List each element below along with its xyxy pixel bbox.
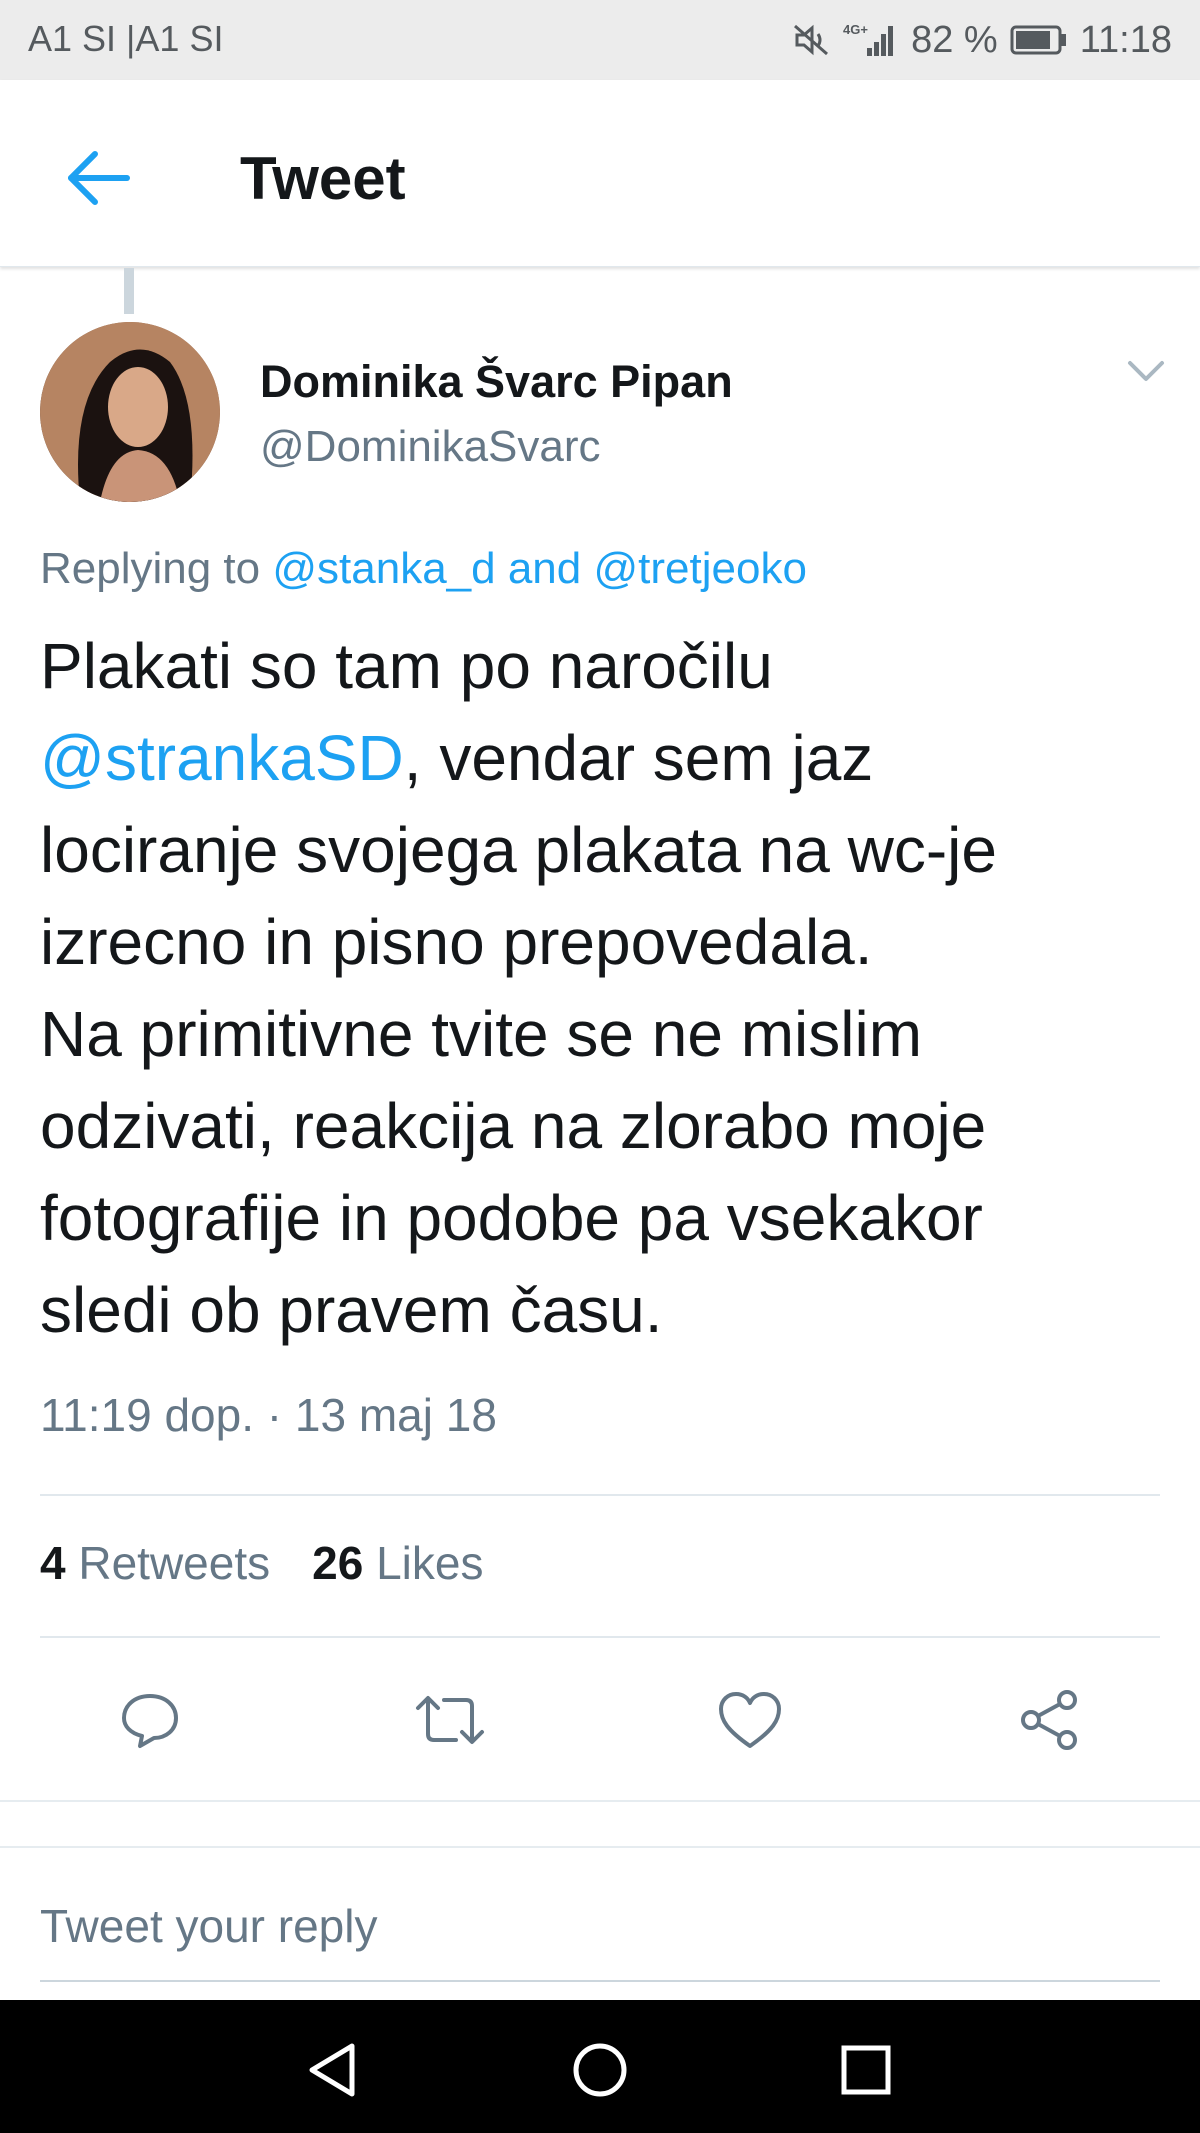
retweet-icon <box>416 1696 484 1744</box>
like-button[interactable] <box>710 1680 790 1760</box>
tweet-text: Plakati so tam po naročilu @strankaSD, v… <box>40 620 1180 1356</box>
heart-icon <box>719 1692 781 1748</box>
likes-count-link[interactable]: 26 Likes <box>312 1536 483 1590</box>
tweet-text-part1: Plakati so tam po naročilu <box>40 630 773 702</box>
clock: 11:18 <box>1079 18 1172 61</box>
tweet-menu-button[interactable] <box>1124 356 1168 386</box>
tweet-timestamp[interactable]: 11:19 dop. · 13 maj 18 <box>40 1388 497 1442</box>
reply-input[interactable]: Tweet your reply <box>40 1896 1160 1982</box>
reply-button[interactable] <box>110 1680 190 1760</box>
retweets-count-link[interactable]: 4 Retweets <box>40 1536 270 1590</box>
nav-home-button[interactable] <box>560 2030 640 2110</box>
triangle-back-icon <box>309 2043 355 2097</box>
replying-and[interactable]: and <box>496 544 594 593</box>
tweet-text-part2: , vendar sem jaz lociranje svojega plaka… <box>40 722 997 1346</box>
chevron-down-icon <box>1128 361 1164 381</box>
likes-label: Likes <box>376 1537 484 1589</box>
mention-link-strankasd[interactable]: @strankaSD <box>40 722 404 794</box>
battery-percent: 82 % <box>911 18 998 61</box>
retweets-label: Retweets <box>78 1537 271 1589</box>
mention-link-stanka[interactable]: @stanka_d <box>272 544 495 593</box>
app-header: Tweet <box>0 80 1200 267</box>
square-recents-icon <box>841 2045 891 2095</box>
engagement-stats: 4 Retweets 26 Likes <box>40 1536 483 1590</box>
retweets-count: 4 <box>40 1537 66 1589</box>
system-navigation-bar <box>0 2000 1200 2133</box>
reply-icon <box>122 1694 178 1748</box>
replying-prefix: Replying to <box>40 544 273 593</box>
back-button[interactable] <box>60 144 136 212</box>
share-button[interactable] <box>1010 1680 1090 1760</box>
author-name[interactable]: Dominika Švarc Pipan <box>260 356 733 408</box>
status-indicators: 4G+ 82 % 11:18 <box>791 14 1172 66</box>
status-bar: A1 SI |A1 SI 4G+ 82 % 11:18 <box>0 0 1200 80</box>
divider <box>40 1494 1160 1496</box>
mention-link-tretjeoko[interactable]: @tretjeoko <box>593 544 806 593</box>
arrow-left-icon <box>68 151 130 205</box>
tweet-actions <box>0 1680 1200 1760</box>
author-handle[interactable]: @DominikaSvarc <box>260 422 601 472</box>
page-title: Tweet <box>240 145 406 212</box>
profile-photo <box>40 322 220 502</box>
avatar[interactable] <box>40 322 220 502</box>
circle-home-icon <box>573 2043 627 2097</box>
carrier-label: A1 SI |A1 SI <box>28 18 224 59</box>
thread-connector-line <box>124 268 134 314</box>
mute-icon <box>791 20 831 60</box>
divider <box>40 1636 1160 1638</box>
nav-recents-button[interactable] <box>826 2030 906 2110</box>
likes-count: 26 <box>312 1537 364 1589</box>
replying-to-line: Replying to @stanka_d and @tretjeoko <box>40 544 807 594</box>
battery-icon <box>1010 23 1068 57</box>
share-icon <box>1021 1690 1077 1750</box>
retweet-button[interactable] <box>410 1680 490 1760</box>
signal-icon: 4G+ <box>843 20 899 60</box>
section-separator <box>0 1800 1200 1848</box>
network-type-label: 4G+ <box>843 22 868 37</box>
nav-back-button[interactable] <box>292 2030 372 2110</box>
